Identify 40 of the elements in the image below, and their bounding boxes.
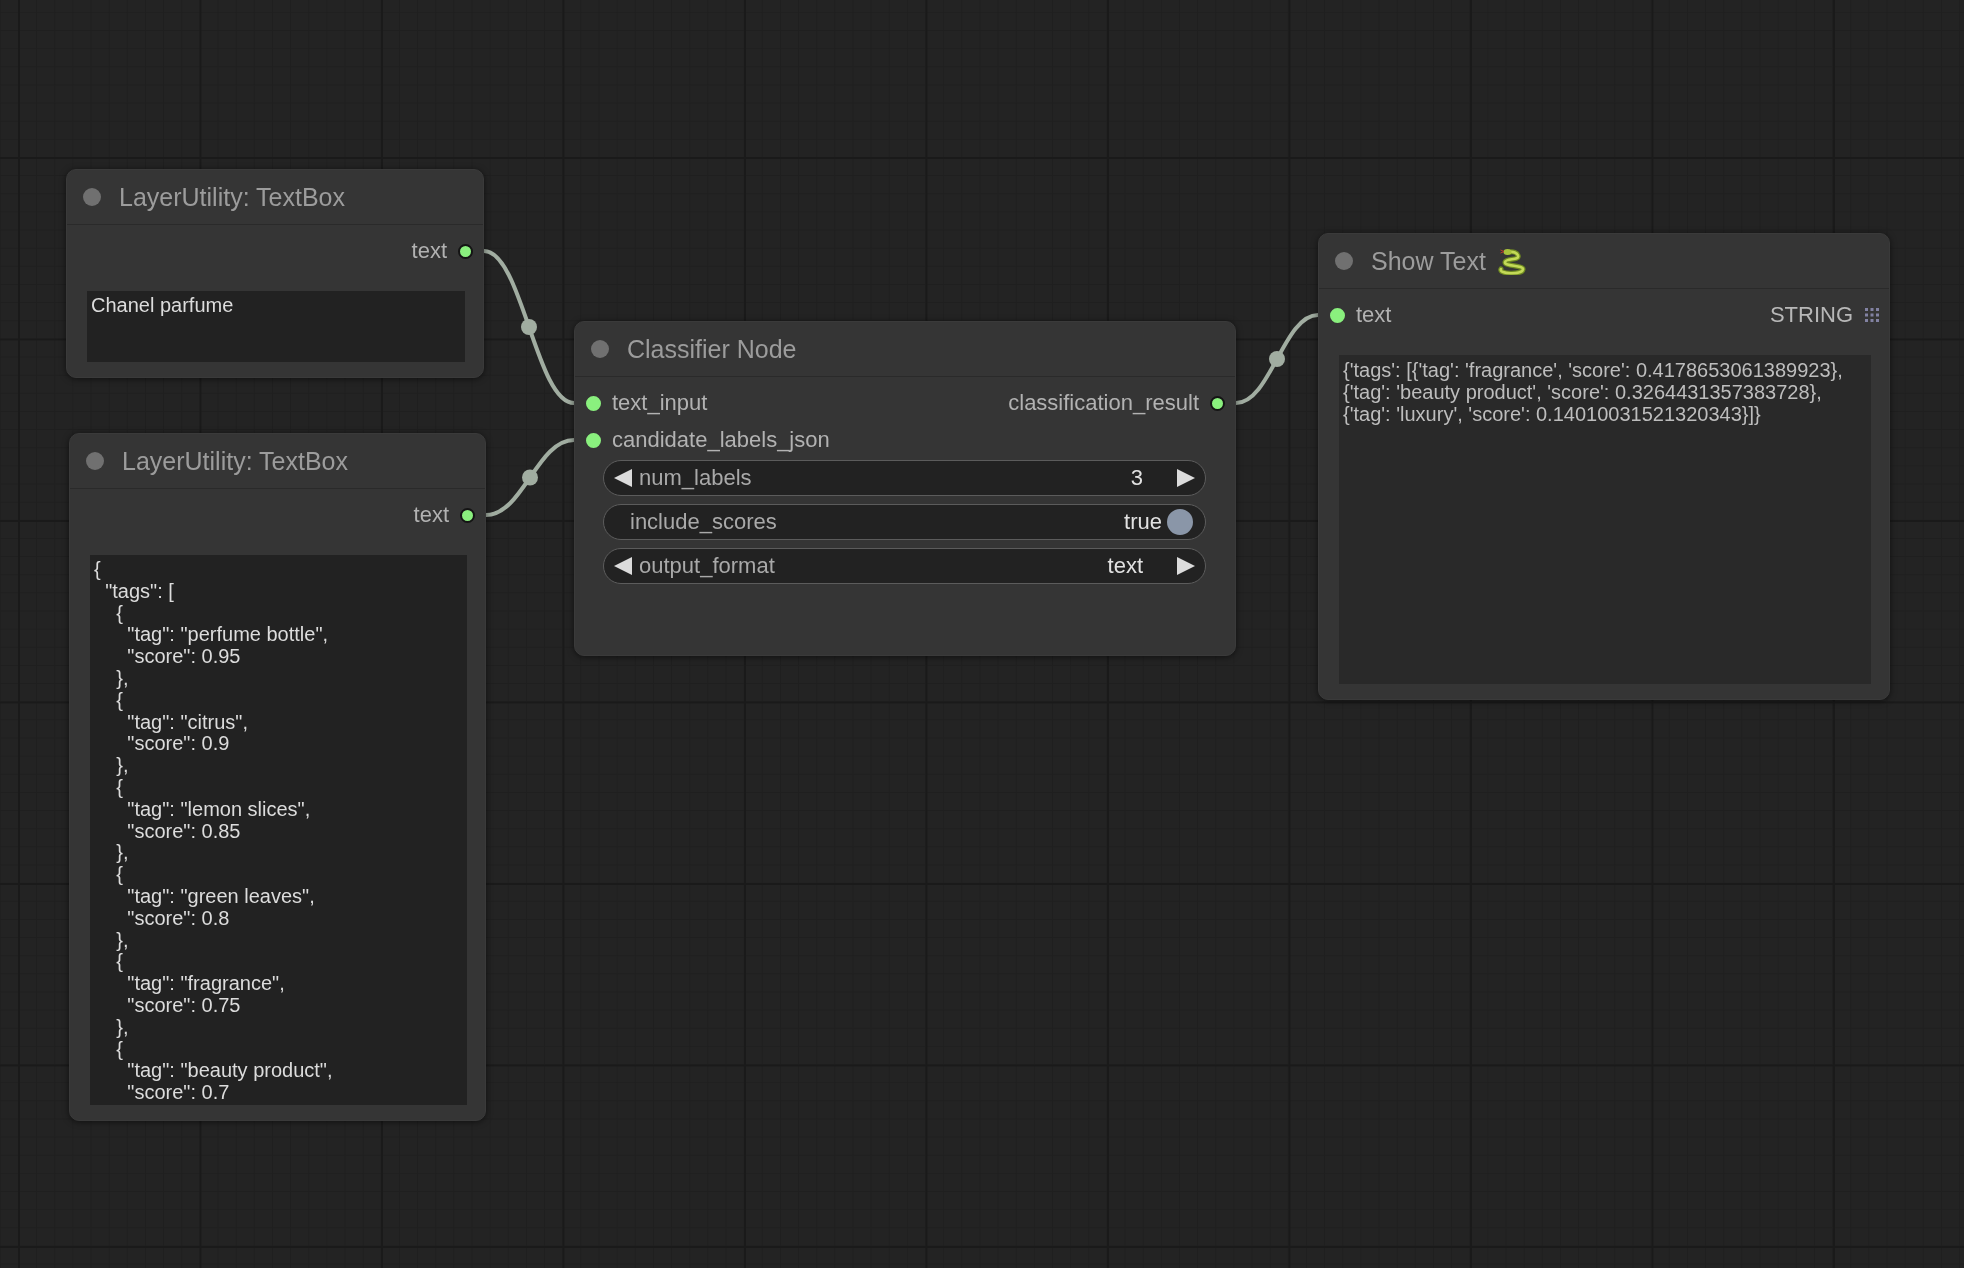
number-stepper[interactable]: num_labels 3 <box>603 460 1206 496</box>
output-slot-dot-icon[interactable] <box>1210 395 1225 411</box>
widget-label: num_labels <box>639 465 753 491</box>
slot-label: candidate_labels_json <box>612 427 830 453</box>
widget-value: 3 <box>1130 465 1143 491</box>
snake-icon <box>1495 247 1526 275</box>
toggle-switch[interactable]: include_scores true <box>603 504 1206 540</box>
slot-label: text <box>1356 302 1392 328</box>
toggle-knob-icon[interactable] <box>1167 509 1193 535</box>
widget-label: output_format <box>639 553 776 579</box>
text-area[interactable]: Chanel parfume <box>87 291 465 362</box>
dropdown-select[interactable]: output_format text <box>603 548 1206 584</box>
input-slot-dot-icon[interactable] <box>1330 307 1345 323</box>
right-arrow-icon[interactable] <box>1177 469 1195 487</box>
type-label: STRING <box>1769 302 1853 328</box>
text-area[interactable]: {'tags': [{'tag': 'fragrance', 'score': 0.4178653061389923}, {'tag': 'beauty product', 'score': 0.3264431357383728}, {'tag': 'luxury', 'score': 0.14010031521320343}]} <box>1339 355 1871 684</box>
collapse-dot-icon[interactable] <box>1335 252 1353 270</box>
node-title: Show Text <box>1371 246 1486 276</box>
right-arrow-icon[interactable] <box>1177 557 1195 575</box>
grid-dots-icon[interactable] <box>1865 308 1879 322</box>
collapse-dot-icon[interactable] <box>83 188 101 206</box>
widget-value: true <box>1124 509 1162 535</box>
slot-label: text <box>413 502 449 528</box>
input-slot-dot-icon[interactable] <box>586 395 601 411</box>
text-area[interactable]: { "tags": [ { "tag": "perfume bottle", "score": 0.95 }, { "tag": "citrus", "score": 0.9 }, { "tag": "lemon slices", "score": 0.85 }, { "tag": "green leaves", "score": 0.8 }, { "tag": "fragrance", "score": 0.75 }, { "tag": "beauty product", "score": 0.7 <box>90 555 467 1105</box>
left-arrow-icon[interactable] <box>614 469 632 487</box>
output-slot-dot-icon[interactable] <box>460 507 475 523</box>
widget-value: text <box>1107 553 1143 579</box>
slot-label: classification_result <box>1008 390 1199 416</box>
collapse-dot-icon[interactable] <box>86 452 104 470</box>
widget-label: include_scores <box>630 509 778 535</box>
slot-label: text_input <box>612 390 708 416</box>
collapse-dot-icon[interactable] <box>591 340 609 358</box>
node-title: LayerUtility: TextBox <box>119 182 345 212</box>
input-slot-dot-icon[interactable] <box>586 432 601 448</box>
node-title: Classifier Node <box>627 334 797 364</box>
node-title: LayerUtility: TextBox <box>122 446 348 476</box>
output-slot-dot-icon[interactable] <box>458 243 473 259</box>
left-arrow-icon[interactable] <box>614 557 632 575</box>
slot-label: text <box>411 238 447 264</box>
